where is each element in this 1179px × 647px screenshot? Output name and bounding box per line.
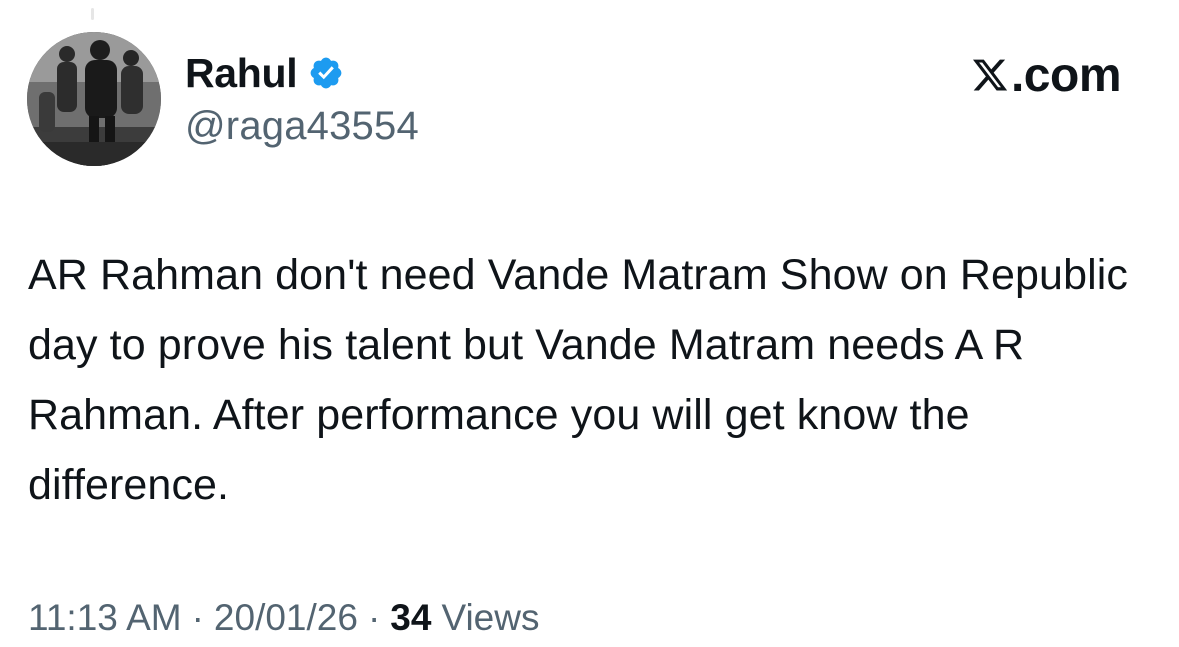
author-name-row: Rahul bbox=[185, 48, 344, 98]
views-count[interactable]: 34 bbox=[390, 597, 431, 639]
author-handle[interactable]: @raga43554 bbox=[185, 104, 419, 149]
avatar[interactable] bbox=[27, 32, 161, 166]
views-label[interactable]: Views bbox=[441, 597, 539, 639]
brand-label: .com bbox=[1010, 48, 1122, 102]
avatar-photo bbox=[27, 32, 161, 166]
tweet-text: AR Rahman don't need Vande Matram Show o… bbox=[28, 251, 1128, 509]
x-logo-icon bbox=[971, 56, 1009, 94]
tweet-card: Rahul @raga43554 .com AR Rahman don't ne… bbox=[0, 0, 1179, 647]
scroll-indicator bbox=[91, 8, 94, 20]
tweet-date[interactable]: 20/01/26 bbox=[214, 597, 358, 639]
meta-separator: · bbox=[191, 597, 204, 638]
tweet-meta: 11:13 AM · 20/01/26 · 34 Views bbox=[28, 597, 539, 639]
verified-badge-icon bbox=[308, 55, 344, 91]
brand-watermark: .com bbox=[971, 48, 1122, 102]
author-display-name[interactable]: Rahul bbox=[185, 50, 298, 97]
tweet-time[interactable]: 11:13 AM bbox=[28, 597, 182, 639]
meta-separator: · bbox=[367, 597, 381, 638]
